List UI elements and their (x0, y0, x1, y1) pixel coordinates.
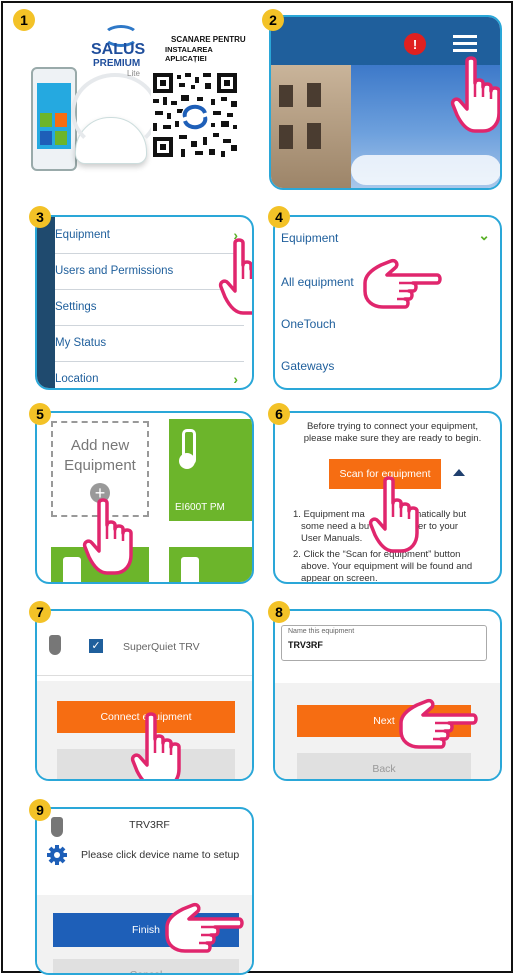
step-badge-8: 8 (268, 601, 290, 623)
field-value: TRV3RF (288, 640, 323, 650)
menu-item-my-status[interactable]: My Status (55, 325, 244, 362)
brand-premium: PREMIUM (93, 58, 141, 69)
back-button[interactable]: Back (297, 753, 471, 779)
step-badge-7: 7 (29, 601, 51, 623)
menu-item-equipment[interactable]: Equipment › (55, 217, 244, 254)
scan-intro-text: Before trying to connect your equipment,… (303, 421, 482, 444)
setup-instruction: Please click device name to setup (81, 849, 240, 861)
stand-ring (71, 73, 159, 151)
hand-pointer-icon (218, 238, 252, 315)
submenu-gateways[interactable]: Gateways (281, 359, 334, 373)
step9-panel: TRV3RF Please click device name to setup… (35, 807, 254, 975)
instruction-1a: 1. Equipment ma (293, 509, 365, 520)
hand-pointer-icon (450, 56, 500, 133)
alert-icon[interactable]: ! (404, 33, 426, 55)
brand-lite: Lite (127, 69, 140, 78)
hand-pointer-side-icon (399, 698, 478, 749)
step2-panel: ! (269, 15, 502, 190)
add-line-2: Equipment (64, 457, 136, 474)
submenu-all-equipment[interactable]: All equipment (281, 275, 354, 289)
step-badge-2: 2 (262, 9, 284, 31)
cancel-button[interactable]: Cancel (53, 959, 239, 973)
hand-pointer-icon (130, 712, 181, 779)
hand-pointer-icon (82, 498, 133, 575)
scan-text-2: INSTALAREA APLICAȚIEI (165, 45, 213, 63)
menu-item-label: Settings (55, 301, 97, 313)
device-tile-3[interactable] (169, 547, 252, 582)
step-badge-3: 3 (29, 206, 51, 228)
chevron-down-icon: ⌄ (478, 227, 490, 243)
step-badge-5: 5 (29, 403, 51, 425)
gear-icon[interactable] (47, 845, 67, 865)
step-badge-1: 1 (13, 9, 35, 31)
device-name-text: SuperQuiet TRV (123, 641, 200, 653)
instruction-1e: User Manuals. (301, 533, 363, 544)
device-tile-ei600t[interactable]: EI600T PM (169, 419, 252, 521)
submenu-equipment[interactable]: Equipment (281, 231, 338, 245)
scan-text-1: SCANARE PENTRU (171, 35, 246, 44)
name-equipment-field[interactable]: Name this equipment TRV3RF (281, 625, 487, 661)
device-name-link[interactable]: TRV3RF (37, 819, 252, 831)
step8-panel: Name this equipment TRV3RF Next Back (273, 609, 502, 781)
instruction-2c: appear on screen. (301, 573, 378, 584)
qr-code (151, 71, 239, 159)
step4-panel: Equipment ⌄ All equipment OneTouch Gatew… (273, 215, 502, 390)
divider (37, 675, 252, 676)
device-label: EI600T PM (175, 502, 225, 513)
hand-pointer-side-icon (165, 902, 244, 953)
step3-panel: Equipment › Users and Permissions Setting… (35, 215, 254, 390)
add-line-1: Add new (70, 437, 130, 454)
submenu-onetouch[interactable]: OneTouch (281, 317, 336, 331)
menu-item-label: Location (55, 373, 99, 385)
menu-item-label: Users and Permissions (55, 265, 174, 277)
step6-panel: Before trying to connect your equipment,… (273, 411, 502, 584)
step7-panel: ✓ SuperQuiet TRV Connect equipment (35, 609, 254, 781)
brand-salus: SALUS (91, 41, 146, 58)
step-badge-4: 4 (268, 206, 290, 228)
step-badge-6: 6 (268, 403, 290, 425)
instruction-2b: above. Your equipment will be found and (301, 561, 473, 572)
instruction-1c: some need a bu (301, 521, 370, 532)
hand-pointer-side-icon (363, 258, 442, 309)
field-label: Name this equipment (288, 628, 355, 635)
step1-area: SALUS PREMIUM Lite SCANARE PENTRU INSTAL… (23, 17, 253, 187)
menu-item-label: My Status (55, 337, 107, 349)
step-badge-9: 9 (29, 799, 51, 821)
hamburger-menu-icon[interactable] (453, 35, 477, 53)
menu-item-settings[interactable]: Settings› (55, 289, 244, 326)
instruction-sheet: 1 SALUS PREMIUM Lite SCANARE PENTRU INST… (1, 1, 513, 975)
collapse-triangle-icon[interactable] (453, 469, 465, 476)
step5-panel: Add new Equipment + EI600T PM (35, 411, 254, 584)
menu-item-label: Equipment (55, 229, 110, 241)
device-checkbox[interactable]: ✓ (89, 639, 103, 653)
trv-device-icon (49, 635, 61, 655)
hand-pointer-icon (368, 476, 419, 553)
dim-background (37, 217, 55, 388)
phone-image (31, 67, 77, 171)
menu-item-location[interactable]: Location › (55, 361, 244, 388)
chevron-right-icon: › (233, 371, 238, 387)
menu-item-users-and-permissions[interactable]: Users and Permissions (55, 253, 244, 290)
